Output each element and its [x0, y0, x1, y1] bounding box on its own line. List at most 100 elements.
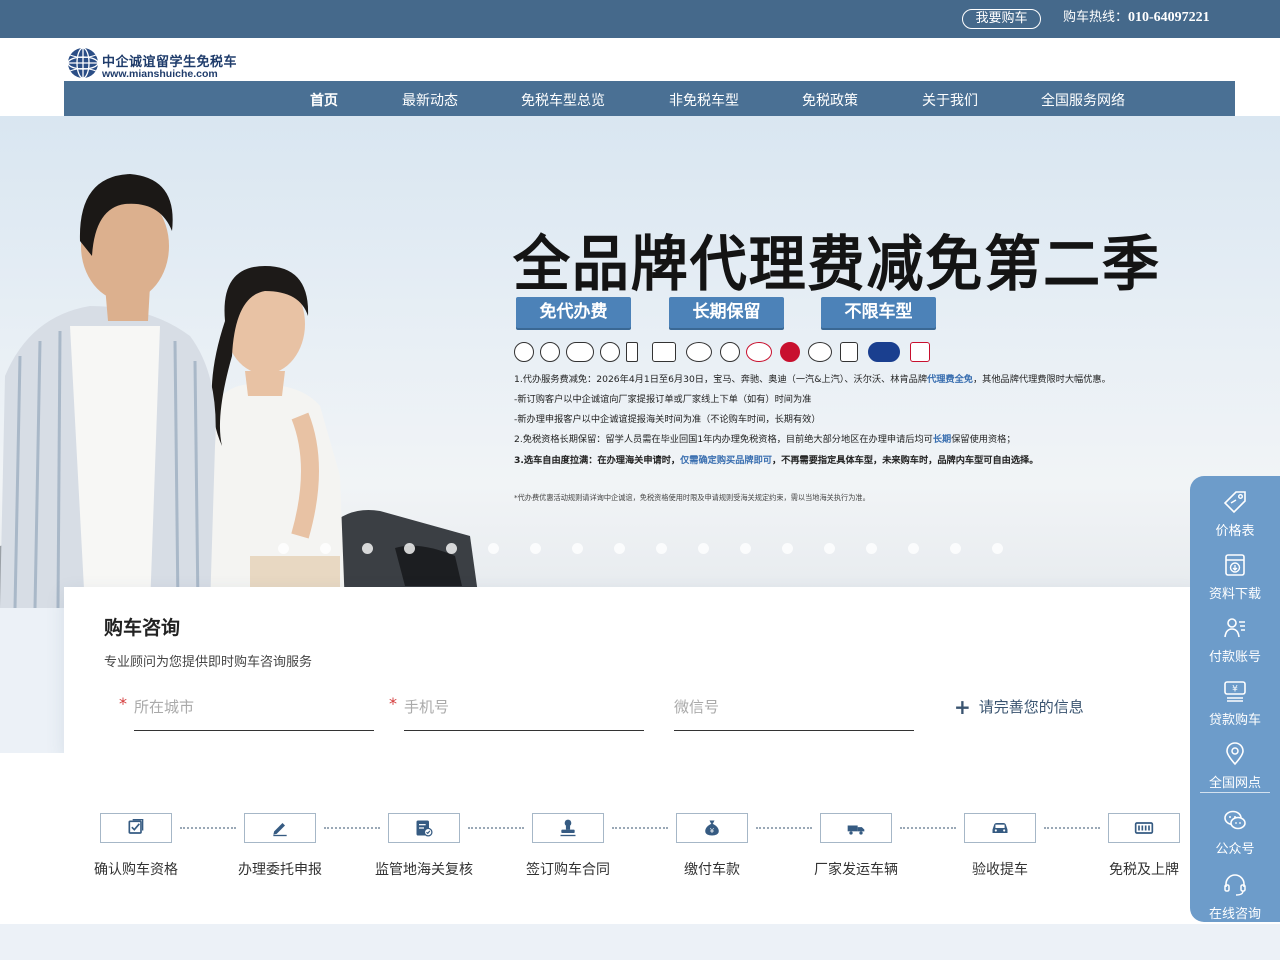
- process-step-box: [1108, 813, 1180, 843]
- hotline-number[interactable]: 010-64097221: [1128, 10, 1210, 25]
- nav-item-home[interactable]: 首页: [310, 81, 338, 121]
- slider-dot[interactable]: [908, 543, 919, 554]
- toyota-icon: [746, 342, 772, 362]
- bmw-icon: [514, 342, 534, 362]
- banner-line-5: 3.选车自由度拉满：在办理海关申请时，仅需确定购买品牌即可，不再需要指定具体车型…: [514, 452, 1038, 466]
- process-step-box: [532, 813, 604, 843]
- lexus-icon: [840, 342, 858, 362]
- banner-line-2-text: -新订购客户以中企诚谊向厂家提报订单或厂家线上下单（如有）时间为准: [514, 394, 812, 405]
- mercedes-icon: [540, 342, 560, 362]
- phone-input[interactable]: [404, 692, 644, 716]
- nav-item-about[interactable]: 关于我们: [922, 81, 978, 121]
- lincoln-icon: [626, 342, 638, 362]
- tag-long-term-retention: 长期保留: [669, 297, 784, 328]
- nav-item-news[interactable]: 最新动态: [402, 81, 458, 121]
- slider-dot[interactable]: [446, 543, 457, 554]
- slider-dot[interactable]: [572, 543, 583, 554]
- sidebar-item-downloads[interactable]: 资料下载: [1190, 545, 1280, 607]
- slider-dot[interactable]: [278, 543, 289, 554]
- nav-item-non-duty-free-models[interactable]: 非免税车型: [669, 81, 739, 121]
- banner-line-5-tail: ，不再需要指定具体车型，未来购车时，品牌内车型可自由选择。: [771, 455, 1039, 466]
- process-step-box: [244, 813, 316, 843]
- sidebar-item-loan[interactable]: ¥ 贷款购车: [1190, 671, 1280, 733]
- infiniti-icon: [686, 342, 712, 362]
- nav-item-service-network[interactable]: 全国服务网络: [1041, 81, 1125, 121]
- process-step-label: 验收提车: [972, 862, 1028, 878]
- required-mark-city: *: [119, 694, 127, 713]
- slider-dot[interactable]: [866, 543, 877, 554]
- wechat-input[interactable]: [674, 692, 914, 716]
- sidebar-item-payment-account[interactable]: 付款账号: [1190, 608, 1280, 670]
- banner-line-5-text: 3.选车自由度拉满：在办理海关申请时，: [514, 455, 681, 466]
- complete-info-button[interactable]: + 请完善您的信息: [954, 695, 1084, 719]
- slider-dot[interactable]: [404, 543, 415, 554]
- slider-dot[interactable]: [320, 543, 331, 554]
- banner-line-4-text: 2.免税资格长期保留：留学人员需在毕业回国1年内办理免税资格，目前绝大部分地区在…: [514, 434, 933, 445]
- tag-no-agency-fee: 免代办费: [516, 297, 631, 328]
- process-step-label: 监管地海关复核: [375, 862, 473, 878]
- complete-info-label: 请完善您的信息: [978, 698, 1084, 716]
- site-logo[interactable]: 中企诚谊留学生免税车 www.mianshuiche.com: [66, 46, 256, 82]
- consult-form: 购车咨询 专业顾问为您提供即时购车咨询服务 * * + 请完善您的信息: [64, 587, 1200, 753]
- checklist-icon: [128, 819, 144, 834]
- globe-logo-icon: [67, 47, 99, 79]
- car-icon: [992, 823, 1008, 833]
- purchase-process: 确认购车资格 办理委托申报 监管地海关复核 签订购车合同 ¥ 缴付车款 厂家发运车辆 验收提车…: [0, 753, 1280, 924]
- slider-dot[interactable]: [740, 543, 751, 554]
- banner-line-1-text: 1.代办服务费减免：2026年4月1日至6月30日，宝马、奔驰、奥迪（一汽&上汽…: [514, 374, 928, 385]
- slider-dot[interactable]: [992, 543, 1003, 554]
- mazda-icon: [808, 342, 832, 362]
- hero-banner[interactable]: 全品牌代理费减免第二季 免代办费 长期保留 不限车型 1.代办服务费减免：202…: [0, 116, 1280, 608]
- license-plate-icon: [1134, 822, 1154, 834]
- city-input[interactable]: [134, 692, 374, 716]
- nav-item-policy[interactable]: 免税政策: [802, 81, 858, 121]
- slider-dot[interactable]: [362, 543, 373, 554]
- banner-line-4-tail: 保留使用资格；: [951, 434, 1016, 445]
- slider-dot[interactable]: [530, 543, 541, 554]
- sidebar-label-payment-account: 付款账号: [1208, 650, 1261, 665]
- download-icon: [1225, 554, 1245, 576]
- top-bar: 我要购车 购车热线：010-64097221: [0, 0, 1280, 38]
- process-step-box: ¥: [676, 813, 748, 843]
- sidebar-label-online-chat: 在线咨询: [1208, 907, 1261, 922]
- sidebar-item-price-list[interactable]: 价格表: [1190, 482, 1280, 544]
- process-connector: [756, 827, 812, 829]
- process-connector: [468, 827, 524, 829]
- process-step-label: 免税及上牌: [1109, 862, 1179, 878]
- hotline-label: 购车热线：: [1063, 10, 1129, 25]
- svg-text:¥: ¥: [710, 827, 714, 835]
- stamp-icon: [560, 819, 576, 837]
- process-step-box: [388, 813, 460, 843]
- sidebar-item-locations[interactable]: 全国网点: [1190, 734, 1280, 796]
- truck-icon: [847, 825, 865, 835]
- sidebar-label-price-list: 价格表: [1215, 524, 1255, 539]
- sidebar-divider: [1200, 792, 1270, 793]
- headset-icon: [1224, 874, 1246, 896]
- process-step-box: [100, 813, 172, 843]
- slider-dot[interactable]: [698, 543, 709, 554]
- process-step-box: [964, 813, 1036, 843]
- process-step-box: [820, 813, 892, 843]
- phone-field: [404, 692, 644, 731]
- slider-dot[interactable]: [950, 543, 961, 554]
- slider-dot[interactable]: [488, 543, 499, 554]
- process-step-label: 缴付车款: [684, 862, 740, 878]
- svg-text:¥: ¥: [1232, 685, 1238, 695]
- process-connector: [612, 827, 668, 829]
- couple-illustration: [0, 174, 480, 608]
- slider-dot[interactable]: [824, 543, 835, 554]
- slider-dot[interactable]: [656, 543, 667, 554]
- money-bag-icon: ¥: [705, 820, 719, 836]
- volkswagen-icon: [720, 342, 740, 362]
- banner-line-3: -新办理申报客户以中企诚谊提报海关时间为准（不论购车时间，长期有效）: [514, 411, 821, 425]
- banner-line-1-tail: ，其他品牌代理费限时大幅优惠。: [973, 374, 1111, 385]
- sidebar-item-official-account[interactable]: 公众号: [1190, 800, 1280, 862]
- buy-car-button[interactable]: 我要购车: [962, 9, 1041, 29]
- city-field: [134, 692, 374, 731]
- sidebar-item-online-chat[interactable]: 在线咨询: [1190, 865, 1280, 927]
- slider-dot[interactable]: [782, 543, 793, 554]
- volvo-icon: [600, 342, 620, 362]
- slider-dot[interactable]: [614, 543, 625, 554]
- nav-item-duty-free-models[interactable]: 免税车型总览: [521, 81, 605, 121]
- wechat-field: [674, 692, 914, 731]
